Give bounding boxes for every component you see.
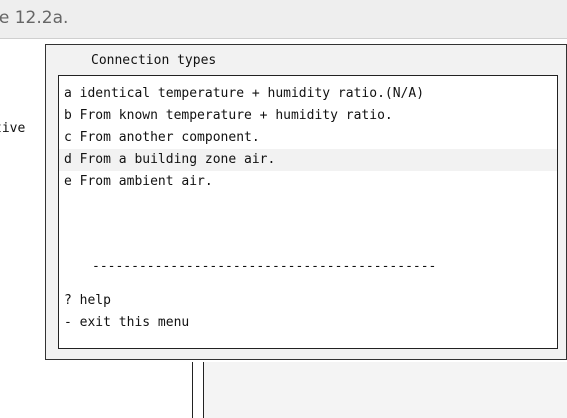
menu-item-label: exit this menu [79, 315, 190, 330]
menu-item-label: identical temperature + humidity ratio.(… [79, 86, 425, 101]
menu-item-d[interactable]: d From a building zone air. [59, 149, 557, 171]
window-titlebar: se 12.2a. [0, 0, 567, 39]
menu-item-label: From ambient air. [79, 174, 213, 189]
menu-item-help[interactable]: ? help [59, 290, 557, 312]
window-title: se 12.2a. [0, 8, 69, 28]
menu-separator: ----------------------------------------… [92, 259, 437, 274]
menu-item-exit[interactable]: - exit this menu [59, 312, 557, 334]
menu-item-c[interactable]: c From another component. [59, 127, 557, 149]
menu-item-e[interactable]: e From ambient air. [59, 171, 557, 193]
menu-item-label: From a building zone air. [79, 152, 276, 167]
pane-splitter[interactable] [192, 362, 204, 418]
menu-options-list: a identical temperature + humidity ratio… [58, 75, 558, 349]
background-pane-right [204, 362, 567, 418]
menu-item-key: ? [64, 293, 72, 308]
menu-item-key: e [64, 174, 72, 189]
menu-item-key: c [64, 130, 72, 145]
menu-item-key: - [64, 315, 72, 330]
menu-item-a[interactable]: a identical temperature + humidity ratio… [59, 83, 557, 105]
menu-item-key: a [64, 86, 72, 101]
menu-item-label: help [79, 293, 111, 308]
menu-item-key: b [64, 108, 72, 123]
menu-title: Connection types [91, 53, 217, 68]
menu-header: Connection types [46, 45, 566, 73]
menu-item-b[interactable]: b From known temperature + humidity rati… [59, 105, 557, 127]
menu-item-key: d [64, 152, 72, 167]
menu-item-label: From known temperature + humidity ratio. [79, 108, 393, 123]
connection-types-menu: Connection types a identical temperature… [45, 44, 567, 360]
menu-item-label: From another component. [79, 130, 260, 145]
background-text: tive [0, 121, 26, 136]
